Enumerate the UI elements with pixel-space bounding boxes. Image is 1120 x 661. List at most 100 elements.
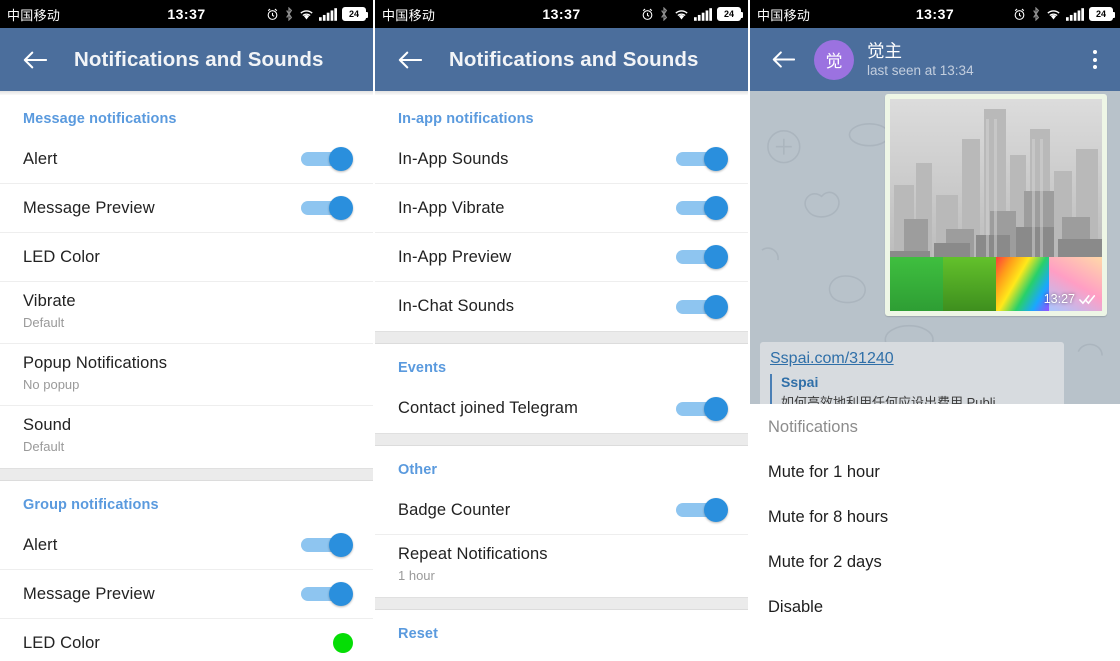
row-label: Vibrate [23,292,76,310]
row-label: Contact joined Telegram [398,399,578,417]
row-label: Sound [23,416,72,434]
app-bar: Notifications and Sounds [375,28,748,91]
row-label: Repeat Notifications [398,545,548,563]
row-sound[interactable]: Sound Default [0,406,373,468]
row-label: In-App Vibrate [398,198,505,217]
section-header-group-notifications: Group notifications [23,497,159,513]
bluetooth-icon [284,7,294,21]
back-arrow-icon[interactable] [393,43,427,77]
row-label: LED Color [23,633,101,652]
message-timestamp-group: 13:27 [1044,292,1096,306]
row-label: Badge Counter [398,500,511,519]
read-receipt-icon [1079,294,1096,305]
row-popup-notifications[interactable]: Popup Notifications No popup [0,344,373,406]
toggle-contact-joined[interactable] [676,396,728,421]
wifi-icon [299,8,314,21]
dialog-option-mute-8-hours[interactable]: Mute for 8 hours [768,482,1102,527]
signal-icon [319,7,337,21]
screen-notifications-part1: 中国移动 13:37 24 Notifications and Sounds M… [0,0,373,661]
bluetooth-icon [659,7,669,21]
row-label: Alert [23,149,58,168]
status-icons: 24 [266,7,368,21]
row-subtitle: No popup [23,377,80,392]
row-in-app-preview[interactable]: In-App Preview [375,233,748,282]
alarm-icon [641,8,654,21]
message-time: 13:27 [1043,292,1075,306]
battery-level: 24 [1095,9,1106,19]
photo-attachment[interactable]: 13:27 [890,99,1102,311]
row-vibrate[interactable]: Vibrate Default [0,282,373,344]
toggle-alert[interactable] [301,147,353,171]
section-header-in-app-notifications: In-app notifications [398,111,534,127]
battery-icon: 24 [342,7,368,21]
notifications-dialog: Notifications Mute for 1 hour Mute for 8… [750,404,1120,661]
status-bar: 中国移动 13:37 24 [750,0,1120,28]
row-subtitle: Default [23,439,65,454]
screen-chat-notifications-dialog: 中国移动 13:37 24 觉 觉主 last seen at 13:34 13… [748,0,1120,661]
status-icons: 24 [641,7,743,21]
row-in-chat-sounds[interactable]: In-Chat Sounds [375,282,748,331]
toggle-in-app-vibrate[interactable] [676,196,728,220]
toggle-in-app-sounds[interactable] [676,147,728,171]
row-label: In-App Sounds [398,149,509,168]
toggle-group-alert[interactable] [301,533,353,557]
signal-icon [1066,7,1084,21]
row-alert[interactable]: Alert [0,135,373,184]
dialog-option-disable[interactable]: Disable [768,572,1102,617]
battery-icon: 24 [1089,7,1115,21]
back-arrow-icon[interactable] [768,45,798,75]
status-icons: 24 [1013,7,1115,21]
chat-message-area: 13:27 Sspai.com/31240 Sspai 如何高效地利用任何应设出… [750,91,1120,432]
screenshot-root: 中国移动 13:37 24 Notifications and Sounds M… [0,0,1120,661]
row-label: Message Preview [23,584,155,603]
dialog-option-mute-1-hour[interactable]: Mute for 1 hour [768,437,1102,482]
battery-icon: 24 [717,7,743,21]
row-subtitle: 1 hour [398,568,435,583]
battery-level: 24 [348,9,359,19]
screen-notifications-part2: 中国移动 13:37 24 Notifications and Sounds I… [373,0,748,661]
back-arrow-icon[interactable] [18,43,52,77]
row-in-app-vibrate[interactable]: In-App Vibrate [375,184,748,233]
settings-list-1: Message notifications Alert Message Prev… [0,95,373,661]
status-bar: 中国移动 13:37 24 [0,0,373,28]
row-label: Message Preview [23,198,155,217]
section-header-message-notifications: Message notifications [23,111,177,127]
page-title: Notifications and Sounds [449,47,699,71]
overflow-menu-icon[interactable] [1084,45,1106,75]
avatar[interactable]: 觉 [814,39,854,80]
toggle-message-preview[interactable] [301,196,353,220]
row-repeat-notifications[interactable]: Repeat Notifications 1 hour [375,535,748,597]
row-led-color[interactable]: LED Color [0,233,373,282]
contact-name: 觉主 [867,40,902,61]
row-contact-joined-telegram[interactable]: Contact joined Telegram [375,384,748,433]
row-message-preview[interactable]: Message Preview [0,184,373,233]
dialog-title: Notifications [768,418,858,436]
section-header-reset[interactable]: Reset [375,610,748,650]
row-group-message-preview[interactable]: Message Preview [0,570,373,619]
row-label: In-Chat Sounds [398,297,515,315]
contact-status: last seen at 13:34 [867,63,974,79]
bluetooth-icon [1031,7,1041,21]
chat-app-bar: 觉 觉主 last seen at 13:34 [750,28,1120,91]
row-group-led-color[interactable]: LED Color [0,619,373,661]
row-in-app-sounds[interactable]: In-App Sounds [375,135,748,184]
dialog-option-mute-2-days[interactable]: Mute for 2 days [768,527,1102,572]
status-bar: 中国移动 13:37 24 [375,0,748,28]
battery-level: 24 [723,9,734,19]
wifi-icon [1046,8,1061,21]
row-label: In-App Preview [398,247,512,266]
toggle-badge-counter[interactable] [676,498,728,522]
chat-title-block[interactable]: 觉主 last seen at 13:34 [867,41,1084,78]
photo-message-bubble[interactable]: 13:27 [885,94,1107,316]
toggle-group-message-preview[interactable] [301,582,353,606]
row-group-alert[interactable]: Alert [0,521,373,570]
page-title: Notifications and Sounds [74,47,324,71]
link-site-name: Sspai [781,374,819,390]
toggle-in-app-preview[interactable] [676,245,728,269]
led-color-swatch[interactable] [333,633,353,653]
toggle-in-chat-sounds[interactable] [676,294,728,319]
link-url[interactable]: Sspai.com/31240 [770,350,1054,368]
section-divider [375,331,748,344]
row-badge-counter[interactable]: Badge Counter [375,486,748,535]
section-header-events: Events [398,360,447,376]
